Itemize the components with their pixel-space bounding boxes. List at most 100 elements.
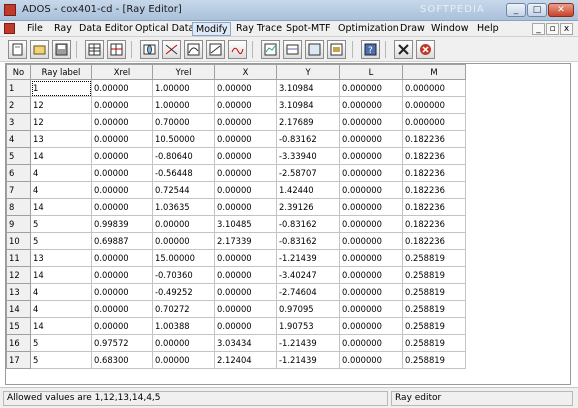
xrel-cell[interactable]: 0.00000 [91, 96, 153, 114]
l-cell[interactable]: 0.000000 [339, 215, 403, 233]
help-icon[interactable]: ? [361, 40, 380, 59]
table-row[interactable]: 5 14 0.00000 -0.80640 0.00000 -3.33940 0.00000… [6, 147, 466, 165]
y-cell[interactable]: 3.10984 [276, 79, 340, 97]
table-row[interactable]: 11 13 0.00000 15.00000 0.00000 -1.21439 0.0000… [6, 249, 466, 267]
table-row[interactable]: 3 12 0.00000 0.70000 0.00000 2.17689 0.000000 0… [6, 113, 466, 131]
y-cell[interactable]: -0.83162 [276, 232, 340, 250]
menu-optical-data[interactable]: Optical Data [132, 22, 197, 36]
table-row[interactable]: 1 1 0.00000 1.00000 0.00000 3.10984 0.000000 0.… [6, 79, 466, 97]
menu-ray[interactable]: Ray [51, 22, 75, 36]
xrel-cell[interactable]: 0.00000 [91, 181, 153, 199]
app-icon[interactable] [4, 4, 16, 16]
y-cell[interactable]: -3.40247 [276, 266, 340, 284]
table-row[interactable]: 12 14 0.00000 -0.70360 0.00000 -3.40247 0.0000… [6, 266, 466, 284]
ray-label-cell[interactable]: 4 [30, 300, 92, 318]
xrel-cell[interactable]: 0.97572 [91, 334, 153, 352]
menu-ray-trace[interactable]: Ray Trace [233, 22, 285, 36]
yrel-cell[interactable]: 10.50000 [152, 130, 215, 148]
ray-label-cell[interactable]: 1 [30, 79, 92, 97]
spot-diagram-icon[interactable] [184, 40, 203, 59]
column-header-l[interactable]: L [339, 64, 403, 80]
new-file-icon[interactable] [8, 40, 27, 59]
table-row[interactable]: 17 5 0.68300 0.00000 2.12404 -1.21439 0.000000… [6, 351, 466, 369]
xrel-cell[interactable]: 0.68300 [91, 351, 153, 369]
ray-label-cell[interactable]: 14 [30, 198, 92, 216]
xrel-cell[interactable]: 0.00000 [91, 249, 153, 267]
save-icon[interactable] [52, 40, 71, 59]
x-cell[interactable]: 0.00000 [214, 300, 277, 318]
table-row[interactable]: 13 4 0.00000 -0.49252 0.00000 -2.74604 0.00000… [6, 283, 466, 301]
ray-label-cell[interactable]: 14 [30, 147, 92, 165]
l-cell[interactable]: 0.000000 [339, 283, 403, 301]
table-row[interactable]: 6 4 0.00000 -0.56448 0.00000 -2.58707 0.000000… [6, 164, 466, 182]
y-cell[interactable]: -1.21439 [276, 249, 340, 267]
ray-label-cell[interactable]: 5 [30, 215, 92, 233]
menu-file[interactable]: File [24, 22, 46, 36]
m-cell[interactable]: 0.000000 [402, 96, 466, 114]
l-cell[interactable]: 0.000000 [339, 317, 403, 335]
yrel-cell[interactable]: -0.56448 [152, 164, 215, 182]
table-row[interactable]: 14 4 0.00000 0.70272 0.00000 0.97095 0.000000 0… [6, 300, 466, 318]
m-cell[interactable]: 0.182236 [402, 232, 466, 250]
y-cell[interactable]: -2.74604 [276, 283, 340, 301]
delete-row-icon[interactable] [107, 40, 126, 59]
xrel-cell[interactable]: 0.00000 [91, 147, 153, 165]
ray-plot-icon[interactable] [162, 40, 181, 59]
yrel-cell[interactable]: 0.00000 [152, 334, 215, 352]
l-cell[interactable]: 0.000000 [339, 266, 403, 284]
table-row[interactable]: 2 12 0.00000 1.00000 0.00000 3.10984 0.000000 0… [6, 96, 466, 114]
x-cell[interactable]: 3.03434 [214, 334, 277, 352]
m-cell[interactable]: 0.182236 [402, 198, 466, 216]
m-cell[interactable]: 0.258819 [402, 317, 466, 335]
menu-modify[interactable]: Modify [192, 22, 232, 36]
table-row[interactable]: 16 5 0.97572 0.00000 3.03434 -1.21439 0.000000… [6, 334, 466, 352]
x-cell[interactable]: 0.00000 [214, 113, 277, 131]
table-row[interactable]: 7 4 0.00000 0.72544 0.00000 1.42440 0.000000 0.… [6, 181, 466, 199]
l-cell[interactable]: 0.000000 [339, 351, 403, 369]
l-cell[interactable]: 0.000000 [339, 113, 403, 131]
table-row[interactable]: 15 14 0.00000 1.00388 0.00000 1.90753 0.000000… [6, 317, 466, 335]
m-cell[interactable]: 0.258819 [402, 266, 466, 284]
ray-label-cell[interactable]: 12 [30, 96, 92, 114]
l-cell[interactable]: 0.000000 [339, 300, 403, 318]
x-cell[interactable]: 0.00000 [214, 147, 277, 165]
mdi-close-button[interactable]: x [560, 23, 573, 35]
menu-optimization[interactable]: Optimization [335, 22, 402, 36]
y-cell[interactable]: -3.33940 [276, 147, 340, 165]
ray-label-cell[interactable]: 5 [30, 232, 92, 250]
yrel-cell[interactable]: 1.03635 [152, 198, 215, 216]
l-cell[interactable]: 0.000000 [339, 198, 403, 216]
mdi-restore-button[interactable]: ▫ [546, 23, 559, 35]
xrel-cell[interactable]: 0.00000 [91, 283, 153, 301]
m-cell[interactable]: 0.182236 [402, 147, 466, 165]
l-cell[interactable]: 0.000000 [339, 164, 403, 182]
yrel-cell[interactable]: -0.80640 [152, 147, 215, 165]
lens-icon[interactable] [140, 40, 159, 59]
column-header-y[interactable]: Y [276, 64, 340, 80]
ray-label-cell[interactable]: 13 [30, 130, 92, 148]
menu-data-editor[interactable]: Data Editor [76, 22, 136, 36]
yrel-cell[interactable]: 0.00000 [152, 215, 215, 233]
yrel-cell[interactable]: 1.00388 [152, 317, 215, 335]
yrel-cell[interactable]: 0.72544 [152, 181, 215, 199]
yrel-cell[interactable]: -0.70360 [152, 266, 215, 284]
xrel-cell[interactable]: 0.00000 [91, 130, 153, 148]
yrel-cell[interactable]: 0.70000 [152, 113, 215, 131]
ray-label-cell[interactable]: 14 [30, 317, 92, 335]
xrel-cell[interactable]: 0.00000 [91, 317, 153, 335]
l-cell[interactable]: 0.000000 [339, 130, 403, 148]
l-cell[interactable]: 0.000000 [339, 96, 403, 114]
x-cell[interactable]: 0.00000 [214, 181, 277, 199]
column-header-x[interactable]: X [214, 64, 277, 80]
y-cell[interactable]: 1.90753 [276, 317, 340, 335]
xrel-cell[interactable]: 0.00000 [91, 113, 153, 131]
m-cell[interactable]: 0.000000 [402, 79, 466, 97]
y-cell[interactable]: 2.17689 [276, 113, 340, 131]
x-cell[interactable]: 0.00000 [214, 317, 277, 335]
m-cell[interactable]: 0.258819 [402, 351, 466, 369]
x-cell[interactable]: 0.00000 [214, 96, 277, 114]
x-cell[interactable]: 2.17339 [214, 232, 277, 250]
menu-draw[interactable]: Draw [397, 22, 428, 36]
layout-icon[interactable] [283, 40, 302, 59]
l-cell[interactable]: 0.000000 [339, 232, 403, 250]
